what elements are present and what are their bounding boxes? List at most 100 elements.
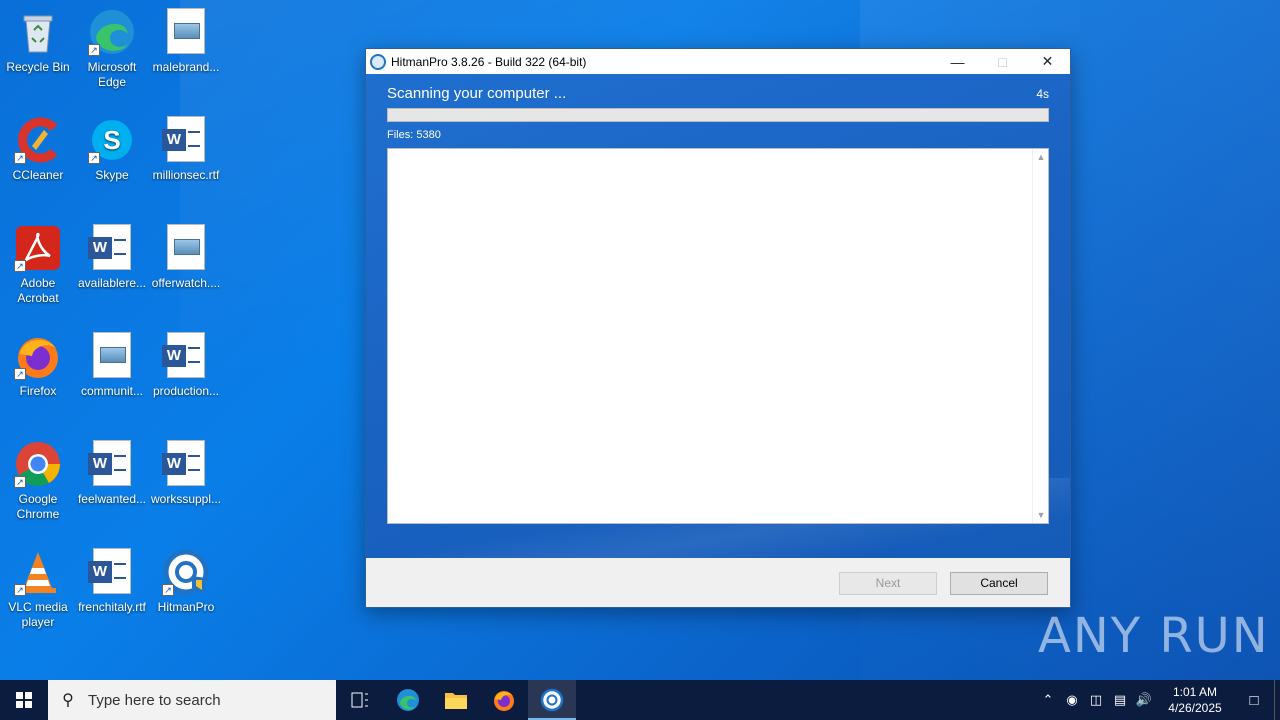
desktop-icon-production[interactable]: W production...: [148, 332, 224, 399]
desktop-icon-label: Firefox: [19, 384, 57, 398]
taskbar-hitmanpro-button[interactable]: [528, 680, 576, 720]
show-desktop-button[interactable]: [1274, 680, 1280, 720]
recycle-bin-icon: [14, 8, 62, 56]
desktop-icon-label: feelwanted...: [77, 492, 147, 506]
word-doc-icon: W: [88, 548, 131, 594]
desktop-icon-communit[interactable]: communit...: [74, 332, 150, 399]
desktop-icon-label: malebrand...: [152, 60, 220, 74]
desktop-icon-edge[interactable]: ↗ Microsoft Edge: [74, 8, 150, 90]
image-file-icon: [93, 332, 131, 378]
desktop-icon-label: Microsoft Edge: [87, 60, 137, 89]
taskbar: ⚲ Type here to search ⌃ ◉ ◫ ▤ 🔊 1:01 AM …: [0, 680, 1280, 720]
hitmanpro-icon: [540, 688, 564, 712]
show-hidden-icons-chevron-icon[interactable]: ⌃: [1036, 692, 1060, 708]
next-button[interactable]: Next: [839, 572, 937, 595]
desktop-icon-hitmanpro[interactable]: ↗ HitmanPro: [148, 548, 224, 615]
folder-icon: [445, 693, 467, 709]
word-doc-icon: W: [162, 116, 205, 162]
scan-status-title: Scanning your computer ...: [387, 85, 567, 102]
taskbar-file-explorer-button[interactable]: [432, 680, 480, 720]
desktop-icon-skype[interactable]: S ↗ Skype: [74, 116, 150, 183]
desktop-icon-malebrand[interactable]: malebrand...: [148, 8, 224, 75]
desktop-icon-vlc[interactable]: ↗ VLC media player: [0, 548, 76, 630]
desktop-icon-feelwanted[interactable]: W feelwanted...: [74, 440, 150, 507]
desktop-icon-acrobat[interactable]: ↗ Adobe Acrobat: [0, 224, 76, 306]
scroll-down-icon[interactable]: ▼: [1033, 507, 1049, 523]
start-button[interactable]: [0, 680, 48, 720]
volume-icon[interactable]: 🔊: [1132, 692, 1156, 708]
word-doc-icon: W: [88, 440, 131, 486]
desktop-icon-label: workssuppl...: [150, 492, 222, 506]
taskbar-edge-button[interactable]: [384, 680, 432, 720]
desktop-icon-label: millionsec.rtf: [152, 168, 220, 182]
window-titlebar[interactable]: HitmanPro 3.8.26 - Build 322 (64-bit) — …: [366, 49, 1070, 74]
acrobat-icon: ↗: [14, 224, 62, 272]
desktop-icon-label: production...: [152, 384, 220, 398]
window-footer: Next Cancel: [366, 558, 1070, 607]
cancel-button[interactable]: Cancel: [950, 572, 1048, 595]
desktop-icon-availablere[interactable]: W availablere...: [74, 224, 150, 291]
scan-elapsed-time: 4s: [1036, 87, 1049, 101]
word-doc-icon: W: [162, 440, 205, 486]
window-title: HitmanPro 3.8.26 - Build 322 (64-bit): [391, 54, 587, 69]
shortcut-arrow-icon: ↗: [14, 368, 26, 380]
shortcut-arrow-icon: ↗: [88, 152, 100, 164]
desktop-icon-millionsec[interactable]: W millionsec.rtf: [148, 116, 224, 183]
search-icon: ⚲: [62, 692, 74, 709]
shortcut-arrow-icon: ↗: [14, 260, 26, 272]
vlc-icon: ↗: [14, 548, 62, 596]
desktop-icon-frenchitaly[interactable]: W frenchitaly.rtf: [74, 548, 150, 615]
chrome-icon: ↗: [14, 440, 62, 488]
hitmanpro-icon: ↗: [162, 548, 210, 596]
desktop-icon-label: offerwatch....: [151, 276, 221, 290]
desktop-icon-label: availablere...: [77, 276, 147, 290]
clock-date: 4/26/2025: [1168, 701, 1222, 715]
desktop-icon-recycle-bin[interactable]: Recycle Bin: [0, 8, 76, 75]
desktop-icon-ccleaner[interactable]: ↗ CCleaner: [0, 116, 76, 183]
svg-text:S: S: [103, 125, 120, 155]
word-doc-icon: W: [88, 224, 131, 270]
task-view-icon: [351, 692, 368, 708]
desktop-icon-workssuppl[interactable]: W workssuppl...: [148, 440, 224, 507]
desktop-icon-label: frenchitaly.rtf: [78, 600, 146, 614]
desktop-icon-label: Recycle Bin: [6, 60, 70, 74]
notification-center-icon[interactable]: □: [1234, 692, 1274, 709]
desktop-icon-label: HitmanPro: [157, 600, 215, 614]
edge-icon: [397, 689, 419, 711]
shortcut-arrow-icon: ↗: [14, 152, 26, 164]
search-placeholder: Type here to search: [88, 691, 221, 709]
taskbar-search-box[interactable]: ⚲ Type here to search: [48, 680, 336, 720]
edge-icon: ↗: [88, 8, 136, 56]
firefox-icon: ↗: [14, 332, 62, 380]
desktop-icon-label: Skype: [95, 168, 129, 182]
desktop-icon-label: CCleaner: [12, 168, 64, 182]
hitmanpro-tray-icon[interactable]: ◉: [1060, 692, 1084, 708]
hitmanpro-window[interactable]: HitmanPro 3.8.26 - Build 322 (64-bit) — …: [365, 48, 1071, 608]
shortcut-arrow-icon: ↗: [88, 44, 100, 56]
desktop-icon-offerwatch[interactable]: offerwatch....: [148, 224, 224, 291]
results-scrollbar[interactable]: ▲ ▼: [1032, 149, 1048, 523]
word-doc-icon: W: [162, 332, 205, 378]
desktop-icon-chrome[interactable]: ↗ Google Chrome: [0, 440, 76, 522]
skype-icon: S ↗: [88, 116, 136, 164]
files-label: Files:: [387, 129, 414, 141]
scroll-up-icon[interactable]: ▲: [1033, 149, 1049, 165]
image-file-icon: [167, 224, 205, 270]
network-icon[interactable]: ▤: [1108, 692, 1132, 708]
taskbar-firefox-button[interactable]: [480, 680, 528, 720]
taskbar-clock[interactable]: 1:01 AM 4/26/2025: [1156, 684, 1234, 716]
minimize-button[interactable]: —: [935, 49, 980, 74]
close-button[interactable]: ✕: [1025, 49, 1070, 74]
device-tray-icon[interactable]: ◫: [1084, 692, 1108, 708]
desktop-icon-label: Google Chrome: [16, 492, 60, 521]
task-view-button[interactable]: [336, 680, 384, 720]
desktop-icon-firefox[interactable]: ↗ Firefox: [0, 332, 76, 399]
scan-panel: Scanning your computer ... 4s Files: 538…: [366, 74, 1070, 558]
desktop-icon-label: Adobe Acrobat: [17, 276, 59, 305]
image-file-icon: [167, 8, 205, 54]
windows-logo-icon: [16, 692, 32, 708]
maximize-button[interactable]: □: [980, 49, 1025, 74]
clock-time: 1:01 AM: [1172, 685, 1218, 699]
scan-results-list[interactable]: ▲ ▼: [387, 148, 1049, 524]
desktop-icon-label: VLC media player: [8, 600, 68, 629]
